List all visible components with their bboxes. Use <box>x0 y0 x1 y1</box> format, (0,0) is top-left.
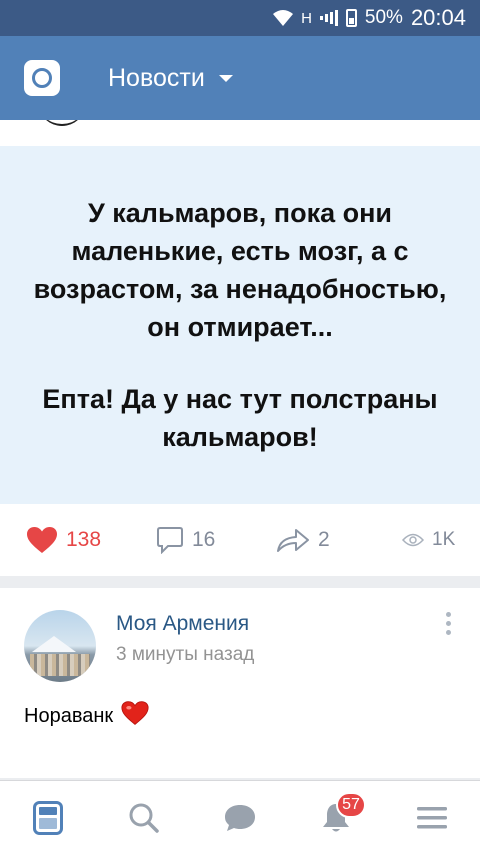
nav-search[interactable] <box>114 788 174 848</box>
network-type: H <box>301 9 312 27</box>
page-title: Новости <box>108 63 205 92</box>
comment-button[interactable]: 16 <box>156 526 276 554</box>
menu-icon <box>417 806 447 828</box>
post-card: Моя Армения 3 минуты назад Нораванк <box>0 588 480 778</box>
post-separator <box>0 576 480 588</box>
nav-messages[interactable] <box>210 788 270 848</box>
heart-emoji-icon <box>121 700 149 732</box>
search-icon <box>129 803 159 833</box>
news-icon <box>33 800 63 835</box>
feed-selector[interactable]: Новости <box>108 64 233 93</box>
notifications-badge: 57 <box>336 791 366 818</box>
post-time: 3 минуты назад <box>116 644 255 665</box>
nav-news[interactable] <box>18 788 78 848</box>
like-count: 138 <box>66 528 102 551</box>
share-button[interactable]: 2 <box>276 527 398 553</box>
comment-count: 16 <box>192 528 216 551</box>
meme-text-2: Епта! Да у нас тут полстраны кальмаров! <box>42 384 438 452</box>
eye-icon <box>402 533 424 547</box>
post-text: Нораванк <box>24 700 149 732</box>
meme-text-1: У кальмаров, пока они маленькие, есть мо… <box>33 198 447 342</box>
views-count: 1K <box>432 529 456 550</box>
camera-icon[interactable] <box>24 60 60 96</box>
post-actions: 138 16 2 1K <box>0 504 480 576</box>
share-icon <box>277 529 309 552</box>
comment-icon <box>157 527 183 554</box>
more-options-icon[interactable] <box>446 612 452 635</box>
messages-icon <box>225 804 255 831</box>
nav-notifications[interactable]: 57 <box>306 788 366 848</box>
bottom-navigation: 57 <box>0 780 480 854</box>
battery-icon <box>345 9 357 27</box>
clock: 20:04 <box>410 5 466 30</box>
battery-percent: 50% <box>364 7 403 28</box>
caret-down-icon <box>218 74 233 82</box>
post-card: У кальмаров, пока они маленькие, есть мо… <box>0 120 480 576</box>
heart-icon <box>27 527 57 553</box>
nav-menu[interactable] <box>402 788 462 848</box>
signal-icon <box>319 10 338 26</box>
post-author[interactable]: Моя Армения <box>116 612 249 636</box>
views-counter: 1K <box>402 529 455 551</box>
avatar[interactable] <box>24 610 96 682</box>
post-image[interactable]: У кальмаров, пока они маленькие, есть мо… <box>0 146 480 504</box>
wifi-icon <box>273 10 294 26</box>
app-bar: Новости <box>0 36 480 120</box>
news-feed[interactable]: У кальмаров, пока они маленькие, есть мо… <box>0 120 480 778</box>
like-button[interactable]: 138 <box>26 526 156 554</box>
status-bar: H 50% 20:04 <box>0 0 480 36</box>
share-count: 2 <box>318 528 330 551</box>
post-header-cut <box>0 120 480 146</box>
post-text-content: Нораванк <box>24 704 114 727</box>
